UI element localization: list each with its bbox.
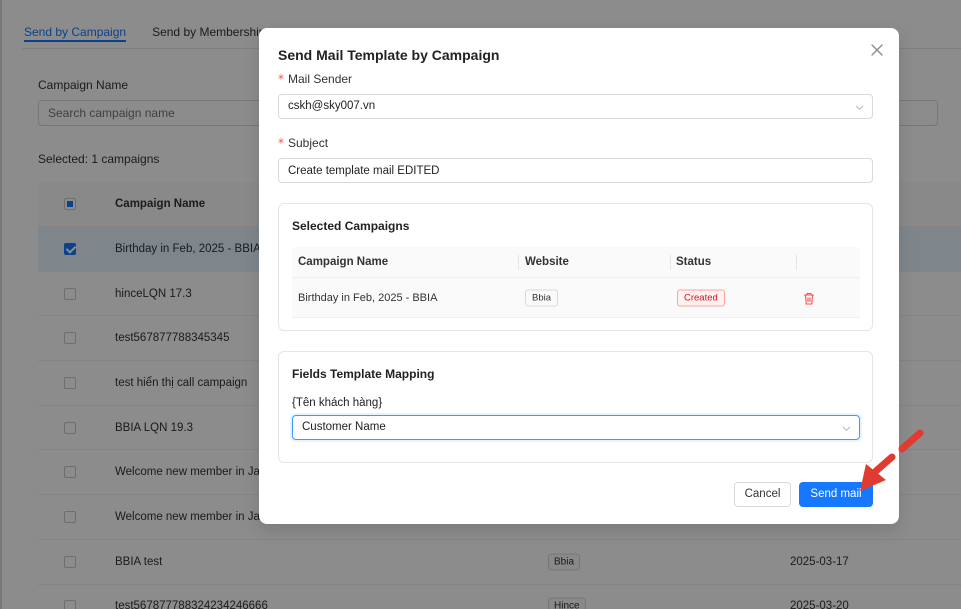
send-mail-button[interactable]: Send mail [799, 482, 873, 507]
mapping-field-value: Customer Name [302, 421, 386, 433]
chevron-down-icon [855, 105, 864, 111]
mail-sender-value: cskh@sky007.vn [288, 100, 376, 112]
required-mark: * [278, 72, 284, 86]
mapping-field-select[interactable]: Customer Name [292, 415, 860, 440]
fields-mapping-title: Fields Template Mapping [292, 367, 435, 381]
cancel-button[interactable]: Cancel [734, 482, 791, 507]
subject-label: * Subject [278, 136, 329, 150]
column-separator [518, 255, 519, 270]
fields-mapping-card: Fields Template Mapping {Tên khách hàng}… [278, 351, 873, 463]
required-mark: * [278, 136, 284, 150]
subject-input[interactable] [278, 158, 873, 183]
column-header-website: Website [525, 256, 569, 268]
close-icon[interactable] [869, 42, 885, 58]
column-header-status: Status [676, 256, 712, 268]
chevron-down-icon [842, 426, 851, 432]
status-badge: Created [677, 289, 725, 306]
mail-sender-select[interactable]: cskh@sky007.vn [278, 94, 873, 119]
modal-title: Send Mail Template by Campaign [278, 47, 500, 63]
column-separator [670, 255, 671, 270]
table-row: Birthday in Feb, 2025 - BBIA Bbia Create… [292, 278, 860, 318]
selected-campaigns-table: Campaign Name Website Status Birthday in… [292, 247, 860, 318]
selected-campaigns-title: Selected Campaigns [292, 219, 410, 233]
send-mail-modal: Send Mail Template by Campaign * Mail Sen… [259, 28, 899, 524]
column-separator [796, 255, 797, 270]
table-header: Campaign Name Website Status [292, 247, 860, 278]
selected-campaigns-card: Selected Campaigns Campaign Name Website… [278, 203, 873, 331]
column-header-campaign-name: Campaign Name [298, 256, 389, 268]
delete-icon[interactable] [803, 292, 815, 305]
selected-campaign-name: Birthday in Feb, 2025 - BBIA [298, 291, 438, 304]
mapping-field-label: {Tên khách hàng} [292, 397, 383, 409]
mail-sender-label: * Mail Sender [278, 72, 353, 86]
website-tag: Bbia [525, 289, 559, 306]
